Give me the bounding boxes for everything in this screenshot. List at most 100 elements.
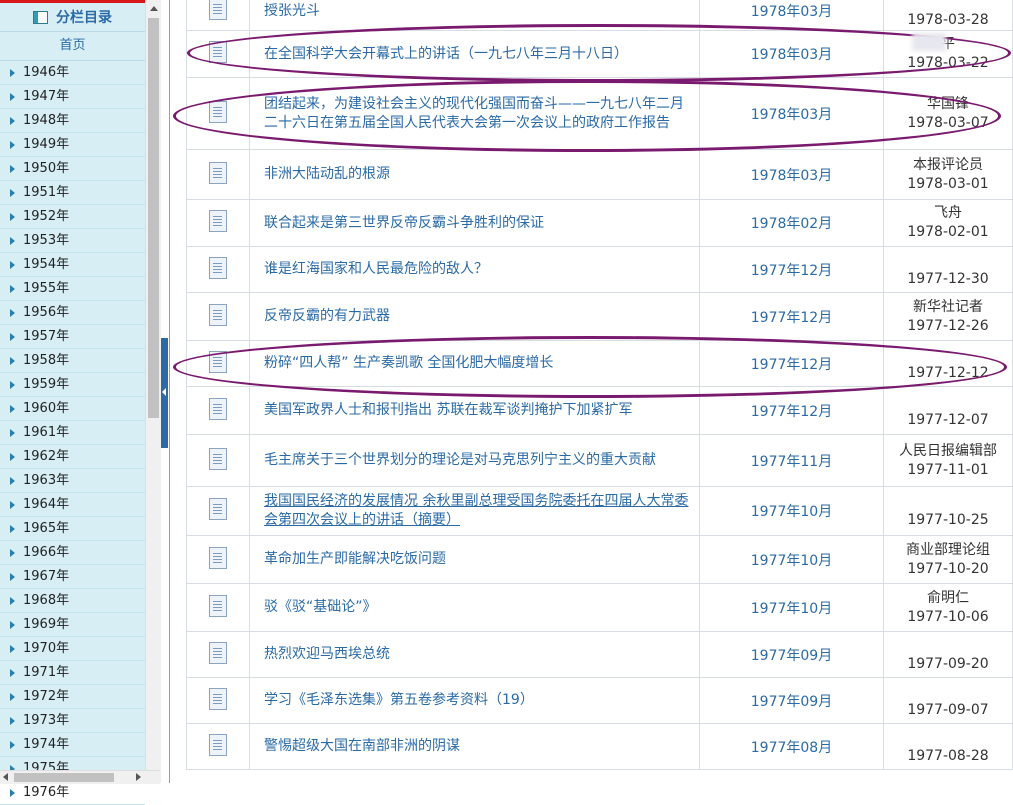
- article-author: 本报评论员: [913, 156, 983, 173]
- article-month-cell: 1977年10月: [699, 583, 884, 632]
- sidebar-item-year[interactable]: 1964年: [0, 493, 145, 517]
- sidebar-item-year[interactable]: 1950年: [0, 157, 145, 181]
- sidebar-item-year[interactable]: 1965年: [0, 517, 145, 541]
- scroll-up-arrow-icon[interactable]: [146, 0, 161, 16]
- sidebar-item-year[interactable]: 1960年: [0, 397, 145, 421]
- sidebar-item-year[interactable]: 1958年: [0, 349, 145, 373]
- sidebar-year-label: 1947年: [23, 89, 70, 104]
- row-icon-cell: [186, 583, 250, 632]
- sidebar-item-year[interactable]: 1969年: [0, 613, 145, 637]
- document-icon[interactable]: [209, 303, 227, 326]
- sidebar-year-label: 1974年: [23, 737, 70, 752]
- expand-arrow-icon: [10, 332, 15, 341]
- document-icon[interactable]: [209, 641, 227, 664]
- sidebar-item-year[interactable]: 1953年: [0, 229, 145, 253]
- horizontal-scrollbar-thumb[interactable]: [14, 773, 114, 782]
- document-icon[interactable]: [209, 210, 227, 232]
- article-month-cell: 1977年10月: [699, 486, 884, 536]
- document-icon[interactable]: [209, 397, 227, 420]
- article-title-link[interactable]: 谁是红海国家和人民最危险的敌人？: [264, 261, 488, 277]
- sidebar-item-year[interactable]: 1970年: [0, 637, 145, 661]
- sidebar-item-year[interactable]: 1962年: [0, 445, 145, 469]
- sidebar-item-year[interactable]: 1949年: [0, 133, 145, 157]
- article-author: 华国锋: [927, 95, 969, 112]
- article-title-link[interactable]: 在全国科学大会开幕式上的讲话（一九七八年三月十八日）: [264, 46, 628, 62]
- sidebar-item-year[interactable]: 1946年: [0, 61, 145, 85]
- article-publish-date: 1977-10-06: [907, 608, 989, 625]
- document-icon[interactable]: [209, 350, 227, 373]
- sidebar-item-year[interactable]: 1963年: [0, 469, 145, 493]
- article-month: 1977年11月: [750, 453, 833, 470]
- document-icon[interactable]: [209, 546, 227, 569]
- expand-arrow-icon: [10, 68, 15, 77]
- sidebar-home-link[interactable]: 首页: [0, 32, 145, 61]
- row-icon-cell: [186, 77, 250, 150]
- sidebar-item-year[interactable]: 1952年: [0, 205, 145, 229]
- document-icon[interactable]: [209, 447, 227, 470]
- article-title-link[interactable]: 授张光斗: [264, 3, 320, 19]
- sidebar-item-year[interactable]: 1971年: [0, 661, 145, 685]
- sidebar-item-year[interactable]: 1959年: [0, 373, 145, 397]
- sidebar-item-year[interactable]: 1947年: [0, 85, 145, 109]
- article-title-link[interactable]: 粉碎“四人帮” 生产奏凯歌 全国化肥大幅度增长: [264, 355, 553, 371]
- article-title-link[interactable]: 革命加生产即能解决吃饭问题: [264, 551, 446, 567]
- article-title-link[interactable]: 学习《毛泽东选集》第五卷参考资料（19）: [264, 692, 534, 708]
- article-title-link[interactable]: 联合起来是第三世界反帝反霸斗争胜利的保证: [264, 215, 544, 231]
- sidebar-year-label: 1949年: [23, 137, 70, 152]
- sidebar-item-year[interactable]: 1967年: [0, 565, 145, 589]
- sidebar-year-label: 1950年: [23, 161, 70, 176]
- sidebar-item-year[interactable]: 1966年: [0, 541, 145, 565]
- sidebar-item-year[interactable]: 1976年: [0, 781, 145, 805]
- document-icon[interactable]: [209, 0, 227, 20]
- sidebar-year-label: 1963年: [23, 473, 70, 488]
- row-icon-cell: [186, 340, 250, 387]
- article-title-link[interactable]: 非洲大陆动乱的根源: [264, 166, 390, 182]
- document-icon[interactable]: [209, 594, 227, 617]
- document-icon[interactable]: [209, 161, 227, 184]
- sidebar-item-year[interactable]: 1973年: [0, 709, 145, 733]
- sidebar-item-year[interactable]: 1948年: [0, 109, 145, 133]
- article-title-link[interactable]: 美国军政界人士和报刊指出 苏联在裁军谈判掩护下加紧扩军: [264, 402, 632, 418]
- article-title-link[interactable]: 我国国民经济的发展情况 余秋里副总理受国务院委托在四届人大常委会第四次会议上的讲…: [264, 493, 688, 528]
- document-icon[interactable]: [209, 256, 227, 279]
- document-icon[interactable]: [209, 498, 227, 520]
- sidebar-item-year[interactable]: 1955年: [0, 277, 145, 301]
- expand-arrow-icon: [10, 92, 15, 101]
- collapse-sidebar-toggle[interactable]: [161, 338, 168, 448]
- sidebar-item-year[interactable]: 1961年: [0, 421, 145, 445]
- article-title-link[interactable]: 团结起来，为建设社会主义的现代化强国而奋斗——一九七八年二月二十六日在第五届全国…: [264, 96, 684, 131]
- sidebar-item-year[interactable]: 1957年: [0, 325, 145, 349]
- article-title-link[interactable]: 热烈欢迎马西埃总统: [264, 646, 390, 662]
- document-icon[interactable]: [209, 733, 227, 756]
- document-icon[interactable]: [209, 100, 227, 123]
- expand-arrow-icon: [10, 308, 15, 317]
- article-author-cell: 华国锋 1978-03-07: [883, 77, 1013, 150]
- sidebar-vertical-scrollbar[interactable]: [145, 0, 161, 783]
- sidebar-item-year[interactable]: 1968年: [0, 589, 145, 613]
- expand-arrow-icon: [10, 692, 15, 701]
- article-title-cell: 热烈欢迎马西埃总统: [249, 631, 700, 678]
- article-month-cell: 1978年03月: [699, 30, 884, 78]
- article-title-link[interactable]: 反帝反霸的有力武器: [264, 308, 390, 324]
- sidebar-item-year[interactable]: 1974年: [0, 733, 145, 757]
- article-title-link[interactable]: 驳《驳“基础论”》: [264, 599, 377, 615]
- expand-arrow-icon: [10, 260, 15, 269]
- panel-splitter[interactable]: [161, 0, 170, 783]
- row-icon-cell: [186, 149, 250, 200]
- article-row: 在全国科学大会开幕式上的讲话（一九七八年三月十八日） 1978年03月 平 1978-…: [186, 30, 1013, 78]
- article-row: 美国军政界人士和报刊指出 苏联在裁军谈判掩护下加紧扩军 1977年12月 1977-…: [186, 386, 1013, 435]
- document-icon[interactable]: [209, 687, 227, 710]
- sidebar-title: 分栏目录: [56, 10, 112, 26]
- row-icon-cell: [186, 434, 250, 487]
- sidebar-horizontal-scrollbar[interactable]: [0, 770, 160, 784]
- document-icon[interactable]: [209, 41, 227, 63]
- scrollbar-thumb[interactable]: [148, 18, 159, 418]
- sidebar-year-label: 1954年: [23, 257, 70, 272]
- expand-arrow-icon: [10, 284, 15, 293]
- sidebar-item-year[interactable]: 1972年: [0, 685, 145, 709]
- sidebar-item-year[interactable]: 1956年: [0, 301, 145, 325]
- article-title-link[interactable]: 毛主席关于三个世界划分的理论是对马克思列宁主义的重大贡献: [264, 452, 656, 468]
- sidebar-item-year[interactable]: 1954年: [0, 253, 145, 277]
- article-title-link[interactable]: 警惕超级大国在南部非洲的阴谋: [264, 738, 460, 754]
- sidebar-item-year[interactable]: 1951年: [0, 181, 145, 205]
